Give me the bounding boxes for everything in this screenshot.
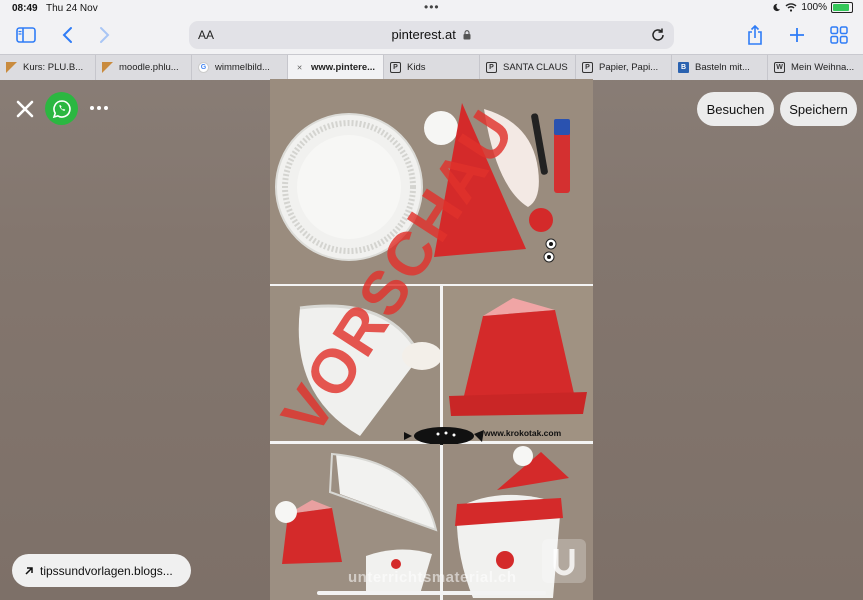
source-label: tipssundvorlagen.blogs... [40,563,173,578]
orange-flag-icon [102,62,113,73]
tab-pinterest[interactable]: ✕ www.pintere... [288,55,384,80]
battery-percent: 100% [801,2,827,13]
source-link[interactable]: tipssundvorlagen.blogs... [12,554,191,587]
new-tab-icon[interactable] [786,25,808,45]
tab-label: SANTA CLAUS [503,62,568,73]
wifi-icon [785,3,797,12]
close-icon[interactable] [14,98,36,120]
status-date: Thu 24 Nov [46,3,98,14]
tab-basteln[interactable]: B Basteln mit... [672,55,768,80]
status-time: 08:49 [12,3,38,14]
whatsapp-share-button[interactable] [45,92,78,125]
arrow-up-right-icon [25,566,33,575]
status-bar: 08:49 Thu 24 Nov ••• 100% [0,0,863,16]
moon-icon [773,3,781,12]
p-icon: P [486,62,497,73]
battery-icon [831,2,853,13]
address-url[interactable]: pinterest.at [189,27,674,42]
orange-flag-icon [6,62,17,73]
status-indicators: 100% [772,2,853,13]
multitasking-dots-icon[interactable]: ••• [424,0,440,14]
share-icon[interactable] [744,25,766,45]
p-icon: P [582,62,593,73]
tab-papier[interactable]: P Papier, Papi... [576,55,672,80]
tab-label: www.pintere... [311,62,376,73]
tab-label: Basteln mit... [695,62,750,73]
sidebar-icon[interactable] [15,25,37,45]
red-hat-panel [443,286,593,441]
tab-kurs[interactable]: Kurs: PLU.B... [0,55,96,80]
tab-overview-icon[interactable] [828,25,850,45]
watermark-logo-icon [542,539,586,583]
tab-weihnachten[interactable]: W Mein Weihna... [768,55,863,80]
tab-bar: Kurs: PLU.B... moodle.phlu... Gwimmelbil… [0,54,863,80]
watermark-text: unterrichtsmaterial.ch [348,569,517,586]
tab-label: Papier, Papi... [599,62,659,73]
b-icon: B [678,62,689,73]
w-icon: W [774,62,785,73]
tab-label: moodle.phlu... [119,62,179,73]
whatsapp-icon [52,99,71,118]
home-indicator[interactable] [317,591,546,595]
tab-label: wimmelbild... [215,62,270,73]
url-text: pinterest.at [391,27,456,42]
close-icon[interactable]: ✕ [294,62,305,73]
folded-plate-panel [270,286,442,441]
google-icon: G [198,62,209,73]
tab-moodle[interactable]: moodle.phlu... [96,55,192,80]
more-options-icon[interactable] [89,100,109,116]
pin-image[interactable]: www.krokotak.com unterrichtsmaterial.ch … [270,79,593,600]
visit-button[interactable]: Besuchen [697,92,774,126]
tab-label: Mein Weihna... [791,62,855,73]
tab-kids[interactable]: P Kids [384,55,480,80]
forward-icon[interactable] [94,25,116,45]
tab-wimmelbild[interactable]: Gwimmelbild... [192,55,288,80]
address-bar[interactable]: AA pinterest.at [189,21,674,49]
materials-panel [270,79,593,284]
credit-text: www.krokotak.com [484,428,562,438]
tab-label: Kurs: PLU.B... [23,62,84,73]
reload-icon[interactable] [650,27,666,43]
tab-santa-claus[interactable]: P SANTA CLAUS [480,55,576,80]
tab-label: Kids [407,62,426,73]
save-button[interactable]: Speichern [780,92,857,126]
p-icon: P [390,62,401,73]
back-icon[interactable] [56,25,78,45]
browser-toolbar: AA pinterest.at [0,16,863,54]
lock-icon [463,30,471,40]
